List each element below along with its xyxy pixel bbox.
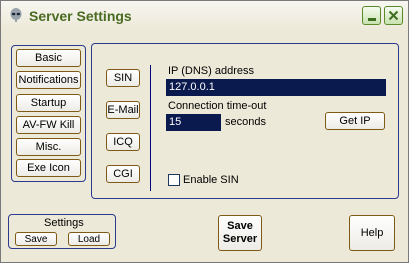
settings-group-title: Settings <box>44 217 84 229</box>
minimize-button[interactable] <box>362 6 381 25</box>
settings-save-button[interactable]: Save <box>15 232 57 246</box>
close-icon <box>388 10 399 21</box>
tab-exe-icon[interactable]: Exe Icon <box>16 159 81 177</box>
minimize-icon <box>368 18 376 21</box>
save-server-button[interactable]: Save Server <box>218 215 262 251</box>
ip-address-label: IP (DNS) address <box>168 65 254 77</box>
enable-sin-label[interactable]: Enable SIN <box>183 174 239 186</box>
help-button[interactable]: Help <box>349 215 395 251</box>
timeout-unit-label: seconds <box>225 116 266 128</box>
tab-email[interactable]: E-Mail <box>106 101 140 119</box>
save-server-line2: Server <box>222 233 258 245</box>
window-title: Server Settings <box>29 8 132 24</box>
panel-divider <box>150 65 151 191</box>
timeout-field[interactable]: 15 <box>166 114 221 131</box>
tab-notifications[interactable]: Notifications <box>16 71 81 89</box>
tab-icq[interactable]: ICQ <box>106 133 140 151</box>
tab-cgi[interactable]: CGI <box>106 165 140 183</box>
server-settings-window: Server Settings Basic Notifications Star… <box>0 0 409 263</box>
enable-sin-checkbox[interactable] <box>168 174 180 186</box>
settings-load-button[interactable]: Load <box>68 232 110 246</box>
tab-basic[interactable]: Basic <box>16 49 81 67</box>
timeout-label: Connection time-out <box>168 100 267 112</box>
ip-address-field[interactable]: 127.0.0.1 <box>166 79 386 96</box>
tab-misc[interactable]: Misc. <box>16 138 81 156</box>
tab-startup[interactable]: Startup <box>16 94 81 112</box>
alien-icon <box>10 8 22 22</box>
save-server-line1: Save <box>227 220 253 232</box>
close-button[interactable] <box>384 6 403 25</box>
get-ip-button[interactable]: Get IP <box>325 112 385 130</box>
tab-sin[interactable]: SIN <box>106 69 140 87</box>
tab-av-fw-kill[interactable]: AV-FW Kill <box>16 116 81 134</box>
title-bar[interactable]: Server Settings <box>1 1 408 31</box>
